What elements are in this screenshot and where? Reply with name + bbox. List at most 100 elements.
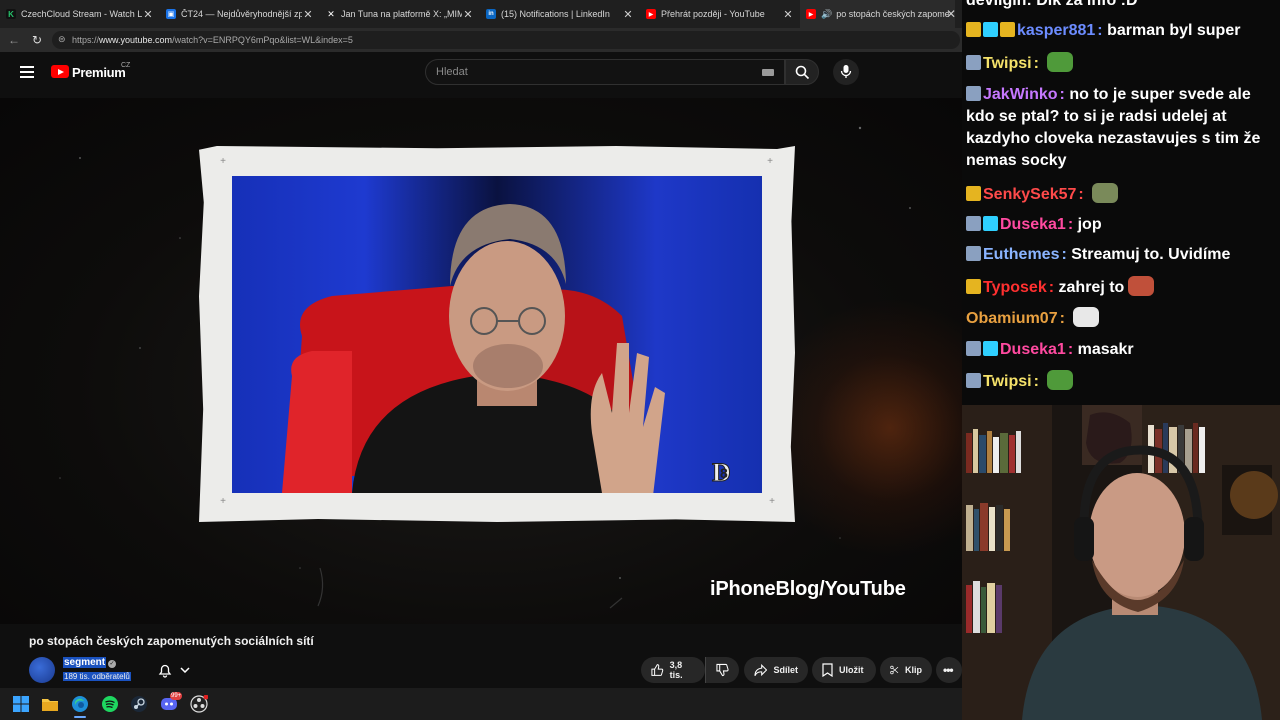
czechcloud-favicon-icon: K [6,9,16,19]
tab-current-video[interactable]: ▶ 🔊 po stopách českých zapomen [800,0,955,28]
chat-badge-icon[interactable] [966,55,981,70]
like-button[interactable]: 3,8 tis. [641,657,705,683]
active-app-indicator [74,716,86,718]
notification-bell-button[interactable] [150,658,198,682]
chat-badge-icon[interactable] [966,186,981,201]
spotify-icon[interactable] [101,695,119,713]
share-icon [754,663,768,676]
youtube-favicon-icon: ▶ [646,9,656,19]
url-prefix: https:// [72,35,100,45]
chat-username[interactable]: JakWinko [983,86,1058,103]
chat-badge-icon[interactable] [966,279,981,294]
chat-emote-icon [1047,52,1074,72]
tab-ct24[interactable]: ▣ ČT24 — Nejdůvěryhodnější zpravo ✕ [160,0,320,28]
edge-browser-icon[interactable] [71,695,89,713]
chat-username[interactable]: Duseka1 [1000,216,1066,233]
chevron-down-icon [180,667,190,673]
tab-linkedin[interactable]: in (15) Notifications | LinkedIn ✕ [480,0,640,28]
chat-emote-icon [1073,307,1100,327]
tab-close-icon[interactable]: ✕ [946,7,956,21]
video-title: po stopách českých zapomenutých sociální… [29,634,314,648]
speaker-icon[interactable]: 🔊 [821,9,832,20]
youtube-header: Premium CZ [0,52,962,98]
more-actions-button[interactable]: ••• [936,657,962,683]
bell-icon [158,664,172,678]
share-button[interactable]: Sdílet [744,657,808,683]
search-box[interactable] [425,59,785,85]
tab-close-icon[interactable]: ✕ [462,8,474,21]
chat-username[interactable]: Obamium07 [966,310,1058,327]
channel-name[interactable]: segment [63,657,107,668]
chat-text: barman byl super [1107,22,1241,39]
chat-separator: : [1033,373,1044,390]
chat-message: Twipsi: [966,370,1276,393]
chat-separator: : [1033,55,1044,72]
chat-badge-icon[interactable] [983,216,998,231]
chat-emote-icon [1128,276,1155,296]
keyboard-icon[interactable] [762,69,774,76]
windows-start-icon[interactable] [12,695,30,713]
tab-close-icon[interactable]: ✕ [302,8,314,21]
steam-icon[interactable] [130,695,148,713]
chat-username[interactable]: Twipsi [983,55,1032,72]
obs-recording-icon[interactable] [190,695,208,713]
chat-separator: : [1059,310,1070,327]
search-input[interactable] [436,66,736,78]
webcam-feed [962,405,1280,720]
chat-badge-icon[interactable] [966,216,981,231]
like-count: 3,8 tis. [669,660,683,680]
chat-badge-icon[interactable] [966,246,981,261]
chat-badge-icon[interactable] [966,373,981,388]
chat-username[interactable]: Duseka1 [1000,341,1066,358]
chat-emote-icon [1092,183,1119,203]
chat-badge-icon[interactable] [983,22,998,37]
chat-message: Duseka1: jop [966,214,1276,236]
chat-badge-icon[interactable] [1000,22,1015,37]
chat-badge-icon[interactable] [966,86,981,101]
ct24-favicon-icon: ▣ [166,9,176,19]
tab-title: (15) Notifications | LinkedIn [501,9,610,19]
chat-badge-icon[interactable] [966,341,981,356]
chat-separator: : [1078,186,1089,203]
thumbs-up-icon [651,664,664,676]
tab-czechcloud[interactable]: K CzechCloud Stream - Watch Live o ✕ [0,0,160,28]
chat-username[interactable]: SenkySek57 [983,186,1076,203]
youtube-premium-logo-text[interactable]: Premium [72,65,126,80]
chat-message-partial: devilgin: Dík za info :D [966,0,1276,12]
region-code: CZ [121,62,131,69]
file-explorer-icon[interactable] [41,695,59,713]
chat-badge-icon[interactable] [966,22,981,37]
tab-close-icon[interactable]: ✕ [142,8,154,21]
chat-badge-icon[interactable] [983,341,998,356]
tab-title: ČT24 — Nejdůvěryhodnější zpravo [181,9,302,19]
reload-icon[interactable]: ↻ [32,33,42,47]
chat-separator: : [1048,279,1059,296]
save-label: Uložit [839,665,864,675]
clip-button[interactable]: Klip [880,657,932,683]
url-field[interactable]: ⊜ https://www.youtube.com/watch?v=ENRPQY… [52,31,960,49]
back-arrow-icon[interactable]: ← [8,33,20,47]
search-button[interactable] [785,59,819,85]
share-label: Sdílet [773,665,798,675]
stream-chat: devilgin: Dík za info :D kasper881: barm… [962,0,1280,405]
chat-username[interactable]: Twipsi [983,373,1032,390]
x-favicon-icon: ✕ [327,8,335,19]
tab-x-twitter[interactable]: ✕ Jan Tuna na platformě X: „MIMOŘ ✕ [320,0,480,28]
voice-search-button[interactable] [833,59,859,85]
crosshair-icon: + [769,496,775,507]
site-info-icon[interactable]: ⊜ [58,34,66,45]
youtube-logo-icon[interactable] [51,65,69,78]
hamburger-menu-icon[interactable] [20,66,34,78]
tab-close-icon[interactable]: ✕ [782,8,794,21]
tab-watch-later[interactable]: ▶ Přehrát později - YouTube ✕ [640,0,800,28]
chat-username[interactable]: kasper881 [1017,22,1095,39]
verified-check-icon: ✓ [108,660,116,668]
chat-message: Duseka1: masakr [966,339,1276,361]
chat-username[interactable]: Euthemes [983,246,1059,263]
save-button[interactable]: Uložit [812,657,876,683]
chat-username[interactable]: Typosek [983,279,1047,296]
dislike-button[interactable] [705,657,739,683]
channel-avatar[interactable] [29,657,55,683]
tab-close-icon[interactable]: ✕ [622,8,634,21]
discord-notification-badge: 99+ [170,692,183,700]
